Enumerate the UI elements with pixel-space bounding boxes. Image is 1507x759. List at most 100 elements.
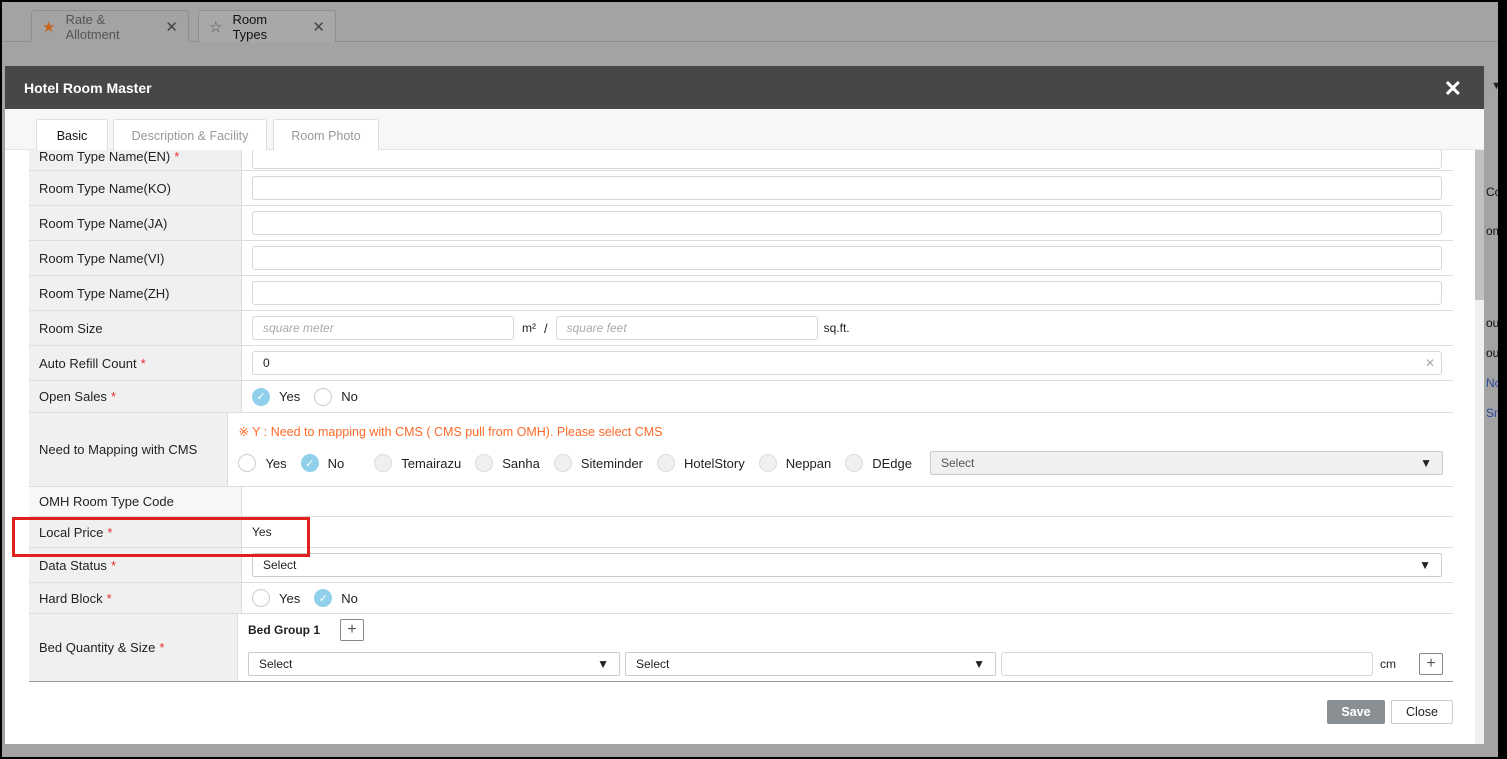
highlight-box (12, 517, 310, 557)
bg-text: Smo (1486, 406, 1498, 420)
required-mark: * (159, 640, 165, 655)
scrollbar-thumb[interactable] (1475, 150, 1484, 300)
dropdown-arrow-icon: ▼ (1420, 456, 1432, 470)
room-name-vi-input[interactable] (252, 246, 1442, 270)
bg-text: Cop (1486, 185, 1498, 199)
add-bed-button[interactable]: + (1419, 653, 1443, 675)
radio-label: No (341, 590, 358, 606)
radio-label: Yes (279, 389, 301, 404)
room-name-ko-input[interactable] (252, 176, 1442, 200)
scrollbar[interactable] (1475, 150, 1484, 744)
required-mark: * (106, 590, 112, 606)
label: Bed Quantity & Size (39, 640, 156, 655)
hard-block-no-radio[interactable]: ✓ (314, 589, 333, 607)
dropdown-arrow-icon: ▼ (1419, 558, 1431, 572)
row-room-name-zh: Room Type Name(ZH) (29, 276, 1453, 311)
bed-size-input[interactable] (1001, 652, 1373, 676)
cms-notice: ※ Y : Need to mapping with CMS ( CMS pul… (238, 425, 663, 439)
cms-siteminder-radio[interactable] (553, 454, 572, 472)
dropdown-arrow-icon: ▼ (1491, 80, 1498, 92)
bed-type-select[interactable]: Select ▼ (248, 652, 620, 676)
row-hard-block: Hard Block * Yes ✓ No (29, 583, 1453, 614)
tab-description-facility[interactable]: Description & Facility (113, 119, 267, 151)
label: Data Status (39, 557, 107, 573)
row-open-sales: Open Sales * ✓ Yes No (29, 381, 1453, 413)
required-mark: * (140, 355, 146, 371)
required-mark: * (174, 150, 180, 164)
value: Select (941, 456, 975, 470)
cms-select[interactable]: Select ▼ (930, 451, 1443, 475)
dropdown-arrow-icon: ▼ (597, 657, 609, 671)
close-icon[interactable]: ✕ (165, 18, 178, 36)
label: Room Type Name(JA) (39, 215, 168, 231)
hard-block-yes-radio[interactable] (252, 589, 270, 607)
modal-title: Hotel Room Master (24, 79, 152, 96)
label: Room Type Name(VI) (39, 250, 165, 266)
radio-label: No (327, 455, 345, 471)
bed-quantity-select[interactable]: Select ▼ (625, 652, 996, 676)
tab-basic[interactable]: Basic (36, 119, 108, 151)
radio-label: No (341, 389, 358, 404)
cms-sanha-radio[interactable] (475, 454, 494, 472)
label: Room Type Name(EN) (39, 150, 171, 164)
label: Room Size (39, 320, 103, 336)
row-room-name-ko: Room Type Name(KO) (29, 171, 1453, 206)
sqm-unit: m² (522, 321, 536, 335)
row-cms-mapping: Need to Mapping with CMS ※ Y : Need to m… (29, 413, 1453, 487)
close-button[interactable]: Close (1391, 700, 1453, 724)
data-status-select[interactable]: Select ▼ (252, 553, 1442, 577)
radio-label: DEdge (872, 455, 912, 471)
room-name-en-input[interactable] (252, 150, 1442, 169)
bed-group-label: Bed Group 1 (248, 623, 321, 637)
label: Hard Block (39, 590, 103, 606)
required-mark: * (110, 389, 116, 404)
save-button[interactable]: Save (1327, 700, 1385, 724)
open-sales-no-radio[interactable] (314, 387, 333, 406)
page-tab-rate-allotment[interactable]: ★ Rate & Allotment ✕ (31, 10, 189, 42)
row-omh-code: OMH Room Type Code (29, 487, 1453, 517)
row-room-name-ja: Room Type Name(JA) (29, 206, 1453, 241)
open-sales-yes-radio[interactable]: ✓ (252, 387, 270, 406)
radio-label: Yes (265, 455, 287, 471)
tab-label: Rate & Allotment (65, 11, 120, 42)
row-room-name-vi: Room Type Name(VI) (29, 241, 1453, 276)
cms-hotelstory-radio[interactable] (657, 454, 675, 472)
cms-temairazu-radio[interactable] (374, 454, 393, 472)
value: Select (263, 558, 297, 572)
label: Need to Mapping with CMS (39, 442, 198, 457)
cm-unit: cm (1380, 657, 1396, 671)
cms-no-radio[interactable]: ✓ (300, 454, 319, 472)
radio-label: Temairazu (401, 455, 462, 471)
label: Open Sales (39, 389, 107, 404)
radio-label: Sanha (502, 455, 540, 471)
room-name-zh-input[interactable] (252, 281, 1442, 305)
row-auto-refill: Auto Refill Count * 0 ✕ (29, 346, 1453, 381)
room-name-ja-input[interactable] (252, 211, 1442, 235)
cms-dedge-radio[interactable] (845, 454, 864, 472)
clear-icon[interactable]: ✕ (1425, 356, 1435, 370)
square-feet-input[interactable]: square feet (555, 316, 818, 340)
square-meter-input[interactable]: square meter (252, 316, 514, 340)
close-icon[interactable]: ✕ (312, 18, 325, 36)
separator: / (544, 320, 548, 336)
placeholder: square feet (566, 321, 627, 335)
bg-text: Non (1486, 376, 1498, 390)
cms-yes-radio[interactable] (238, 454, 257, 472)
bg-text: om (1486, 224, 1498, 238)
cms-neppan-radio[interactable] (758, 454, 777, 472)
star-filled-icon: ★ (42, 18, 56, 36)
tab-room-photo[interactable]: Room Photo (273, 119, 379, 151)
radio-label: HotelStory (684, 455, 745, 471)
bg-text: oub (1486, 346, 1498, 360)
close-icon[interactable]: ✕ (1444, 76, 1462, 102)
label: Room Type Name(ZH) (39, 285, 170, 301)
star-outline-icon: ☆ (209, 18, 223, 36)
radio-label: Siteminder (580, 455, 643, 471)
value: Select (259, 657, 293, 671)
page-tab-room-types[interactable]: ☆ Room Types ✕ (198, 10, 336, 42)
row-room-size: Room Size square meter m² / square feet … (29, 311, 1453, 346)
auto-refill-input[interactable]: 0 ✕ (252, 351, 1442, 375)
add-bed-group-button[interactable]: + (340, 619, 365, 641)
bg-text: oub (1486, 316, 1498, 330)
row-room-name-en: Room Type Name(EN) * (29, 150, 1453, 171)
